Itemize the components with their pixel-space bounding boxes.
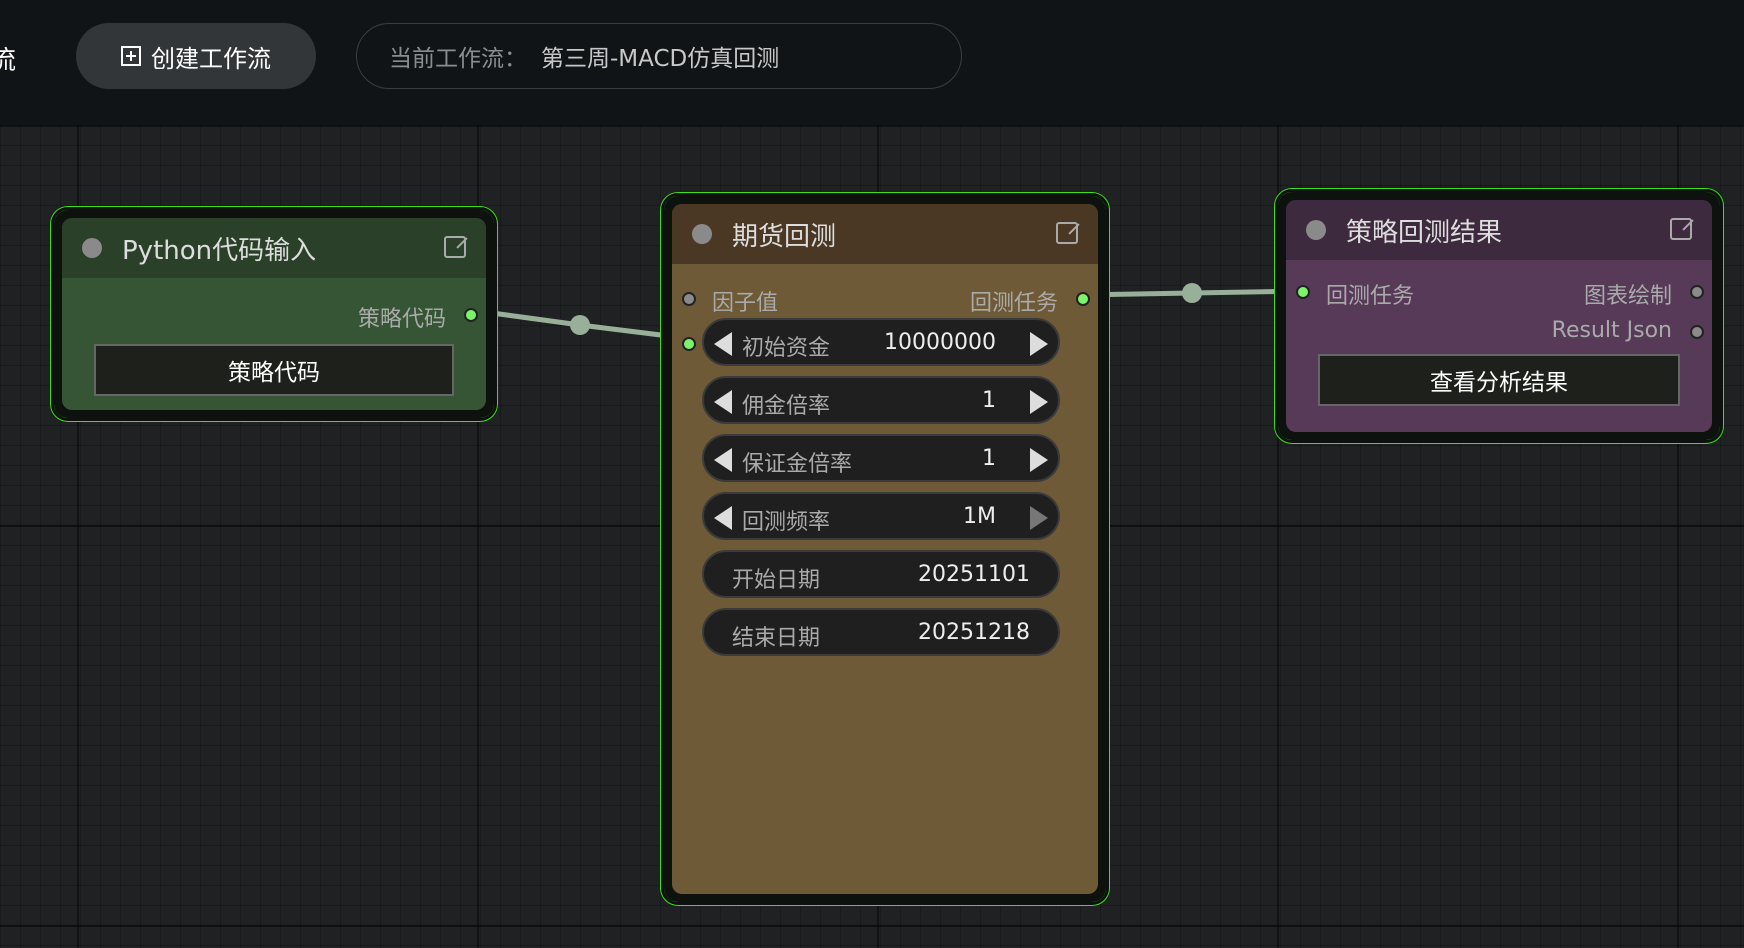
output-slot-row: 策略代码 [62, 301, 486, 332]
node-title: 期货回测 [732, 221, 837, 252]
output-slot-label: 图表绘制 [1583, 284, 1672, 309]
decrement-arrow-icon[interactable] [714, 332, 732, 356]
decrement-arrow-icon[interactable] [714, 448, 732, 472]
output-slot-dot[interactable] [464, 308, 478, 322]
edit-icon[interactable] [1056, 222, 1078, 244]
node-header[interactable]: 策略回测结果 [1286, 200, 1712, 260]
end-date-widget[interactable]: 结束日期 20251218 [702, 608, 1060, 656]
widget-label: 开始日期 [732, 568, 821, 593]
strategy-backtest-result-node[interactable]: 策略回测结果 回测任务 图表绘制 Result Json 查看分析结果 [1275, 189, 1723, 443]
backtest-frequency-widget[interactable]: 回测频率 1M [702, 492, 1060, 540]
commission-multiplier-widget[interactable]: 佣金倍率 1 [702, 376, 1060, 424]
view-analysis-button[interactable]: 查看分析结果 [1318, 354, 1680, 406]
input-slot-dot[interactable] [1296, 285, 1310, 299]
output-slot-dot[interactable] [1690, 325, 1704, 339]
slot-row: Result Json [1286, 318, 1712, 348]
slot-row: 因子值 回测任务 [672, 285, 1098, 316]
widget-label: 回测频率 [742, 510, 831, 535]
futures-backtest-node[interactable]: 期货回测 因子值 回测任务 初始资金 10000000 佣金倍率 1 保证金倍率… [661, 193, 1109, 905]
input-slot-label: 回测任务 [1326, 284, 1415, 309]
create-workflow-button[interactable]: 创建工作流 [76, 23, 316, 89]
node-header[interactable]: Python代码输入 [62, 218, 486, 278]
widget-label: 佣金倍率 [742, 394, 831, 419]
widget-value: 10000000 [884, 330, 996, 355]
output-slot-dot[interactable] [1076, 292, 1090, 306]
output-slot-label: 回测任务 [969, 291, 1058, 316]
output-slot-label: 策略代码 [357, 307, 446, 332]
node-status-dot [692, 224, 712, 244]
initial-capital-widget[interactable]: 初始资金 10000000 [702, 318, 1060, 366]
widget-label: 结束日期 [732, 626, 821, 651]
increment-arrow-icon[interactable] [1030, 448, 1048, 472]
widget-input-slot-dot[interactable] [682, 337, 696, 351]
input-slot-label: 因子值 [712, 291, 779, 316]
python-code-input-node[interactable]: Python代码输入 策略代码 策略代码 [51, 207, 497, 421]
app-title-fragment: 流 [0, 46, 17, 76]
widget-value: 20251101 [918, 562, 1030, 587]
widget-value: 1 [982, 446, 996, 471]
current-workflow-name: 第三周-MACD仿真回测 [541, 46, 780, 72]
plus-square-icon [121, 46, 141, 66]
previous-arrow-icon[interactable] [714, 506, 732, 530]
increment-arrow-icon[interactable] [1030, 332, 1048, 356]
node-header[interactable]: 期货回测 [672, 204, 1098, 264]
widget-value: 1 [982, 388, 996, 413]
output-slot-label: Result Json [1551, 318, 1672, 343]
top-toolbar: 流 创建工作流 当前工作流： 第三周-MACD仿真回测 [0, 0, 1744, 125]
node-title: Python代码输入 [122, 235, 317, 266]
widget-value: 20251218 [918, 620, 1030, 645]
current-workflow-field[interactable]: 当前工作流： 第三周-MACD仿真回测 [356, 23, 962, 89]
next-arrow-icon[interactable] [1030, 506, 1048, 530]
input-slot-dot[interactable] [682, 292, 696, 306]
start-date-widget[interactable]: 开始日期 20251101 [702, 550, 1060, 598]
slot-row: 回测任务 图表绘制 [1286, 278, 1712, 309]
edit-icon[interactable] [444, 236, 466, 258]
strategy-code-button[interactable]: 策略代码 [94, 344, 454, 396]
margin-multiplier-widget[interactable]: 保证金倍率 1 [702, 434, 1060, 482]
output-slot-dot[interactable] [1690, 285, 1704, 299]
widget-label: 初始资金 [742, 336, 831, 361]
node-status-dot [1306, 220, 1326, 240]
node-status-dot [82, 238, 102, 258]
edit-icon[interactable] [1670, 218, 1692, 240]
widget-value: 1M [963, 504, 996, 529]
increment-arrow-icon[interactable] [1030, 390, 1048, 414]
create-workflow-label: 创建工作流 [151, 44, 271, 73]
node-title: 策略回测结果 [1346, 217, 1503, 248]
widget-label: 保证金倍率 [742, 452, 853, 477]
current-workflow-label: 当前工作流： [389, 46, 527, 72]
decrement-arrow-icon[interactable] [714, 390, 732, 414]
